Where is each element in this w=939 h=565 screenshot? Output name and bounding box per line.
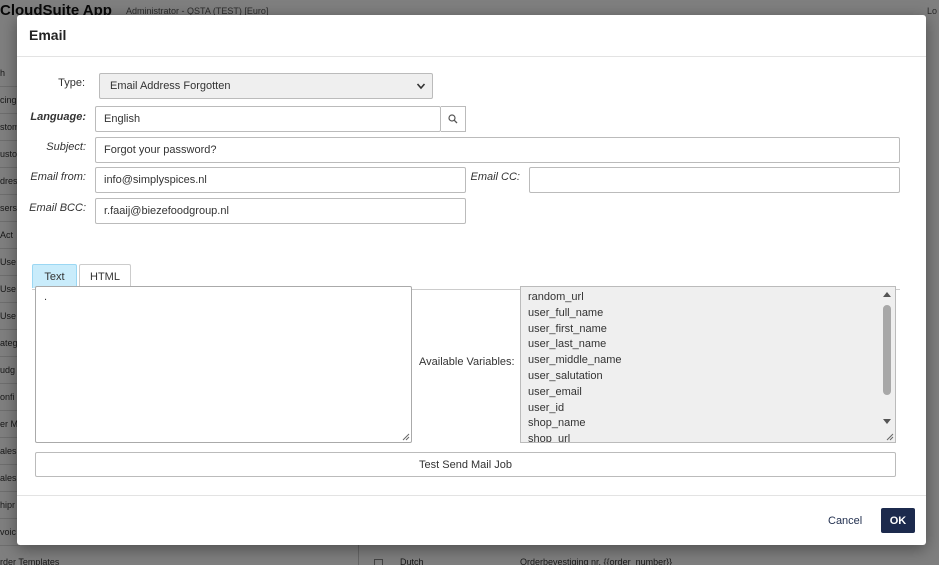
type-select-value: Email Address Forgotten — [110, 80, 231, 92]
email-cc-label: Email CC: — [470, 171, 520, 183]
search-icon — [448, 114, 458, 124]
resize-handle-icon[interactable] — [886, 433, 894, 441]
variable-item[interactable]: user_id — [528, 401, 895, 417]
email-body-text: . — [44, 291, 48, 303]
variable-item[interactable]: shop_url — [528, 432, 895, 442]
language-lookup-button[interactable] — [441, 106, 466, 132]
variable-item[interactable]: user_last_name — [528, 337, 895, 353]
email-bcc-label: Email BCC: — [29, 202, 86, 214]
type-label: Type: — [58, 77, 85, 89]
subject-input[interactable]: Forgot your password? — [95, 137, 900, 163]
variables-scrollbar[interactable] — [880, 288, 894, 429]
modal-header: Email — [17, 15, 926, 57]
modal-footer: Cancel OK — [17, 495, 926, 545]
email-bcc-value: r.faaij@biezefoodgroup.nl — [104, 205, 229, 217]
email-from-value: info@simplyspices.nl — [104, 174, 207, 186]
subject-value: Forgot your password? — [104, 144, 217, 156]
variable-item[interactable]: user_full_name — [528, 306, 895, 322]
email-modal: Email Type: Email Address Forgotten Lang… — [17, 15, 926, 545]
scrollbar-thumb[interactable] — [883, 305, 891, 395]
scroll-up-icon[interactable] — [882, 290, 892, 300]
type-select[interactable]: Email Address Forgotten — [99, 73, 433, 99]
variable-item[interactable]: user_middle_name — [528, 353, 895, 369]
variable-item[interactable]: user_salutation — [528, 369, 895, 385]
variable-item[interactable]: random_url — [528, 290, 895, 306]
scroll-down-icon[interactable] — [882, 416, 892, 426]
email-body-textarea[interactable]: . — [35, 286, 412, 443]
variables-container: random_url user_full_name user_first_name u… — [528, 290, 895, 442]
email-from-input[interactable]: info@simplyspices.nl — [95, 167, 466, 193]
variable-item[interactable]: user_email — [528, 385, 895, 401]
language-value: English — [104, 113, 141, 125]
modal-body: Type: Email Address Forgotten Language: … — [17, 57, 926, 495]
tab-text[interactable]: Text — [32, 264, 77, 288]
language-field[interactable]: English — [95, 106, 441, 132]
variable-item[interactable]: shop_name — [528, 416, 895, 432]
available-variables-list[interactable]: random_url user_full_name user_first_name u… — [520, 286, 896, 443]
available-variables-label: Available Variables: — [419, 356, 515, 368]
email-bcc-input[interactable]: r.faaij@biezefoodgroup.nl — [95, 198, 466, 224]
tab-html[interactable]: HTML — [79, 264, 131, 288]
language-label: Language: — [30, 111, 86, 123]
modal-title: Email — [29, 27, 67, 43]
ok-button[interactable]: OK — [881, 508, 915, 533]
email-from-label: Email from: — [30, 171, 86, 183]
test-send-mail-button[interactable]: Test Send Mail Job — [35, 452, 896, 477]
subject-label: Subject: — [46, 141, 86, 153]
cancel-button[interactable]: Cancel — [828, 515, 862, 527]
email-cc-input[interactable] — [529, 167, 900, 193]
chevron-down-icon — [416, 83, 426, 90]
variable-item[interactable]: user_first_name — [528, 322, 895, 338]
resize-handle-icon[interactable] — [402, 433, 410, 441]
